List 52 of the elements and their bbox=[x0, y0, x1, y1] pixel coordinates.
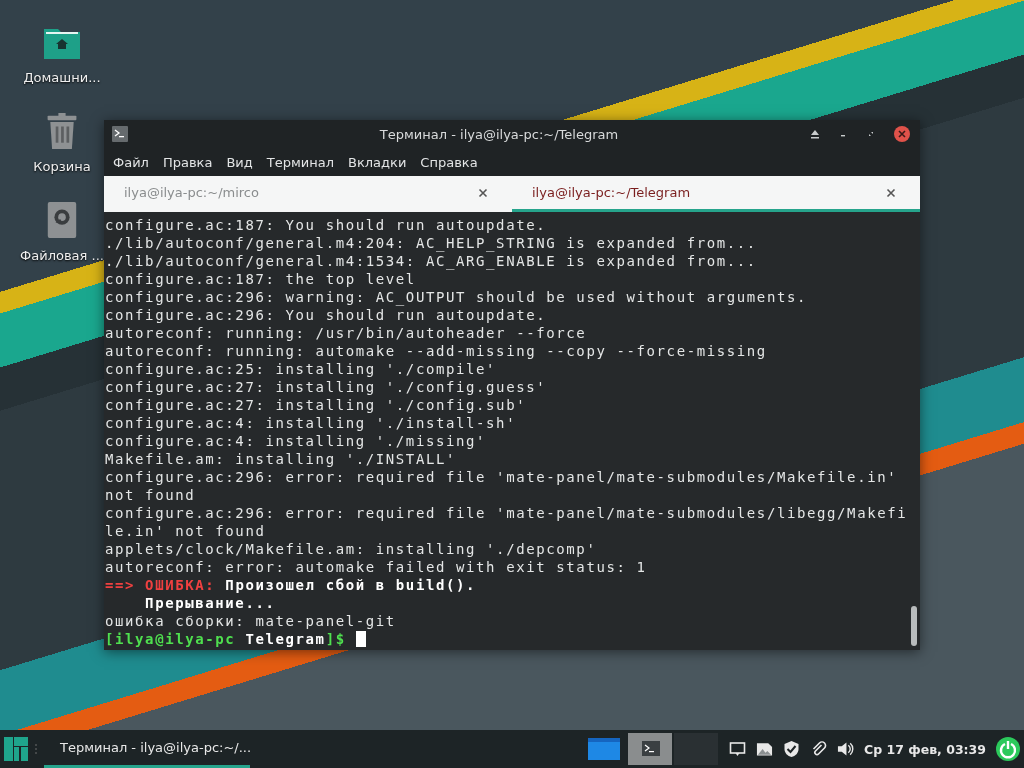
terminal-line: autoreconf: error: automake failed with exit status: 1 bbox=[105, 558, 648, 576]
terminal-line: [ilya@ilya-pc Telegram]$ bbox=[105, 630, 908, 648]
terminal-line: configure.ac:27: installing './config.sub' bbox=[105, 396, 528, 414]
terminal-icon bbox=[112, 126, 128, 142]
terminal-line: configure.ac:296: You should run autoupdate. bbox=[105, 306, 548, 324]
terminal-line: configure.ac:187: the top level bbox=[105, 270, 417, 288]
terminal-line: configure.ac:187: You should run autoupdate. bbox=[105, 216, 548, 234]
menu-item[interactable]: Справка bbox=[413, 154, 485, 170]
close-icon[interactable] bbox=[478, 187, 488, 198]
menu-item[interactable]: Вид bbox=[219, 154, 260, 170]
volume-icon[interactable] bbox=[837, 741, 855, 757]
terminal-line: configure.ac:4: installing './install-sh' bbox=[105, 414, 518, 432]
clock[interactable]: Ср 17 фев, 03:39 bbox=[864, 741, 986, 757]
close-icon[interactable] bbox=[886, 187, 896, 198]
terminal-line: ./lib/autoconf/general.m4:1534: AC_ARG_ENABLE is expanded from... bbox=[105, 252, 758, 270]
terminal-line: ==> ОШИБКА: Произошел сбой в build(). bbox=[105, 576, 478, 594]
terminal-line: ошибка сборки: mate-panel-git bbox=[105, 612, 397, 630]
terminal-line: Прерывание... bbox=[144, 594, 277, 612]
terminal-line: Makefile.am: installing './INSTALL' bbox=[105, 450, 457, 468]
terminal-line: configure.ac:296: error: required file 'mate-panel/mate-submodules/libegg/Makefi bbox=[105, 504, 908, 522]
terminal-line: autoreconf: running: automake --add-missing --copy --force-missing bbox=[105, 342, 768, 360]
menu-item[interactable]: Вкладки bbox=[341, 154, 414, 170]
desktop-icon-label[interactable]: Файловая ... bbox=[20, 248, 104, 263]
terminal-line: ./lib/autoconf/general.m4:204: AC_HELP_STRING is expanded from... bbox=[105, 234, 758, 252]
terminal-line: configure.ac:4: installing './missing' bbox=[105, 432, 488, 450]
window-title: Терминал - ilya@ilya-pc:~/Telegram bbox=[378, 126, 620, 142]
terminal-line: configure.ac:296: error: required file 'mate-panel/mate-submodules/Makefile.in' bbox=[105, 468, 899, 486]
terminal-line: applets/clock/Makefile.am: installing './depcomp' bbox=[105, 540, 598, 558]
notification-icon[interactable] bbox=[729, 741, 747, 757]
workspace-button[interactable] bbox=[628, 733, 673, 765]
menu-logo-icon[interactable] bbox=[4, 737, 28, 761]
menu-item[interactable]: Файл bbox=[106, 154, 156, 170]
shield-icon[interactable] bbox=[783, 741, 801, 757]
terminal-line: configure.ac:27: installing './config.guess' bbox=[105, 378, 548, 396]
menu-item[interactable]: Правка bbox=[155, 154, 220, 170]
image-icon[interactable] bbox=[756, 741, 774, 757]
terminal-line: not found bbox=[105, 486, 197, 504]
terminal-line: le.in' not found bbox=[105, 522, 267, 540]
taskbar-task[interactable]: Терминал - ilya@ilya-pc:~/... bbox=[44, 730, 250, 768]
menu-item[interactable]: Терминал bbox=[259, 154, 341, 170]
desktop-icon-label[interactable]: Домашни... bbox=[23, 70, 101, 85]
terminal-line: configure.ac:25: installing './compile' bbox=[105, 360, 498, 378]
paperclip-icon[interactable] bbox=[810, 741, 828, 757]
power-icon[interactable] bbox=[996, 737, 1020, 761]
desktop-icon-label[interactable]: Корзина bbox=[33, 159, 91, 174]
close-icon[interactable] bbox=[894, 126, 910, 142]
drag-handle-icon[interactable] bbox=[34, 743, 38, 755]
terminal-line: configure.ac:296: warning: AC_OUTPUT should be used without arguments. bbox=[105, 288, 808, 306]
maximize-icon[interactable] bbox=[866, 129, 876, 139]
terminal-line: autoreconf: running: /usr/bin/autoheader --force bbox=[105, 324, 588, 342]
shade-icon[interactable] bbox=[810, 129, 820, 139]
window-icon bbox=[588, 738, 621, 760]
